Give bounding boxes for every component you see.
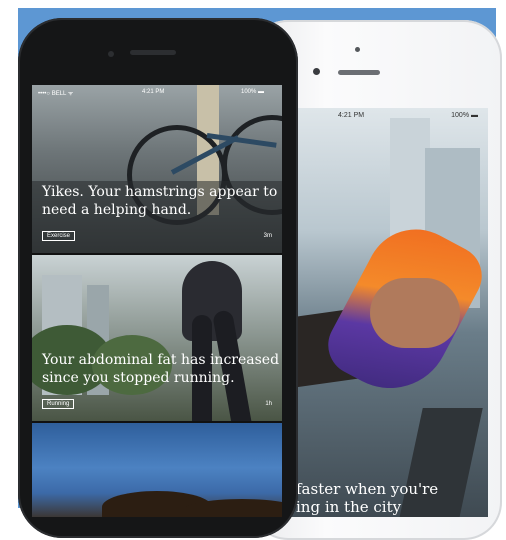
feed-card-sky[interactable] bbox=[32, 423, 282, 517]
time-ago: 3m bbox=[263, 233, 272, 239]
carrier-signal: ••••○ BELL ᯤ bbox=[38, 91, 74, 97]
card-caption[interactable]: faster when you're ing in the city bbox=[296, 480, 438, 516]
caption-line: ing in the city bbox=[296, 498, 402, 516]
feed-card-hamstrings[interactable]: Yikes. Your hamstrings appear to need a … bbox=[32, 85, 282, 253]
card-title-line: Your abdominal fat has increased bbox=[42, 352, 280, 368]
status-time: 4:21 PM bbox=[338, 112, 365, 119]
battery-indicator: 100% ▬ bbox=[240, 89, 264, 95]
status-time: 4:21 PM bbox=[142, 89, 165, 95]
card-title-line: since you stopped running. bbox=[42, 370, 235, 386]
front-camera-icon bbox=[313, 68, 320, 75]
front-camera-icon bbox=[108, 51, 114, 57]
battery-indicator: 100% ▬ bbox=[451, 112, 478, 119]
back-phone-screen: 4:21 PM 100% ▬ faster when you're ing in… bbox=[290, 108, 488, 517]
category-tag[interactable]: Exercise bbox=[42, 231, 76, 241]
card-title: Your abdominal fat has increased since y… bbox=[42, 351, 279, 387]
earpiece-speaker bbox=[338, 70, 380, 75]
status-bar: 4:21 PM 100% ▬ bbox=[290, 108, 488, 124]
proximity-sensor bbox=[355, 47, 360, 52]
hand-photo bbox=[370, 278, 460, 348]
time-ago: 1h bbox=[265, 401, 272, 407]
caption-line: faster when you're bbox=[296, 480, 439, 498]
earpiece-speaker bbox=[130, 50, 176, 55]
feed-card-abdominal[interactable]: Your abdominal fat has increased since y… bbox=[32, 255, 282, 421]
front-phone-screen: ••••○ BELL ᯤ 4:21 PM 100% ▬ Yikes. Your … bbox=[32, 85, 282, 517]
category-tag[interactable]: Running bbox=[42, 399, 75, 409]
card-title-line: Yikes. Your hamstrings appear to bbox=[42, 184, 278, 200]
status-bar: ••••○ BELL ᯤ 4:21 PM 100% ▬ bbox=[32, 85, 282, 99]
card-title-line: need a helping hand. bbox=[42, 202, 192, 218]
card-title: Yikes. Your hamstrings appear to need a … bbox=[42, 183, 277, 219]
